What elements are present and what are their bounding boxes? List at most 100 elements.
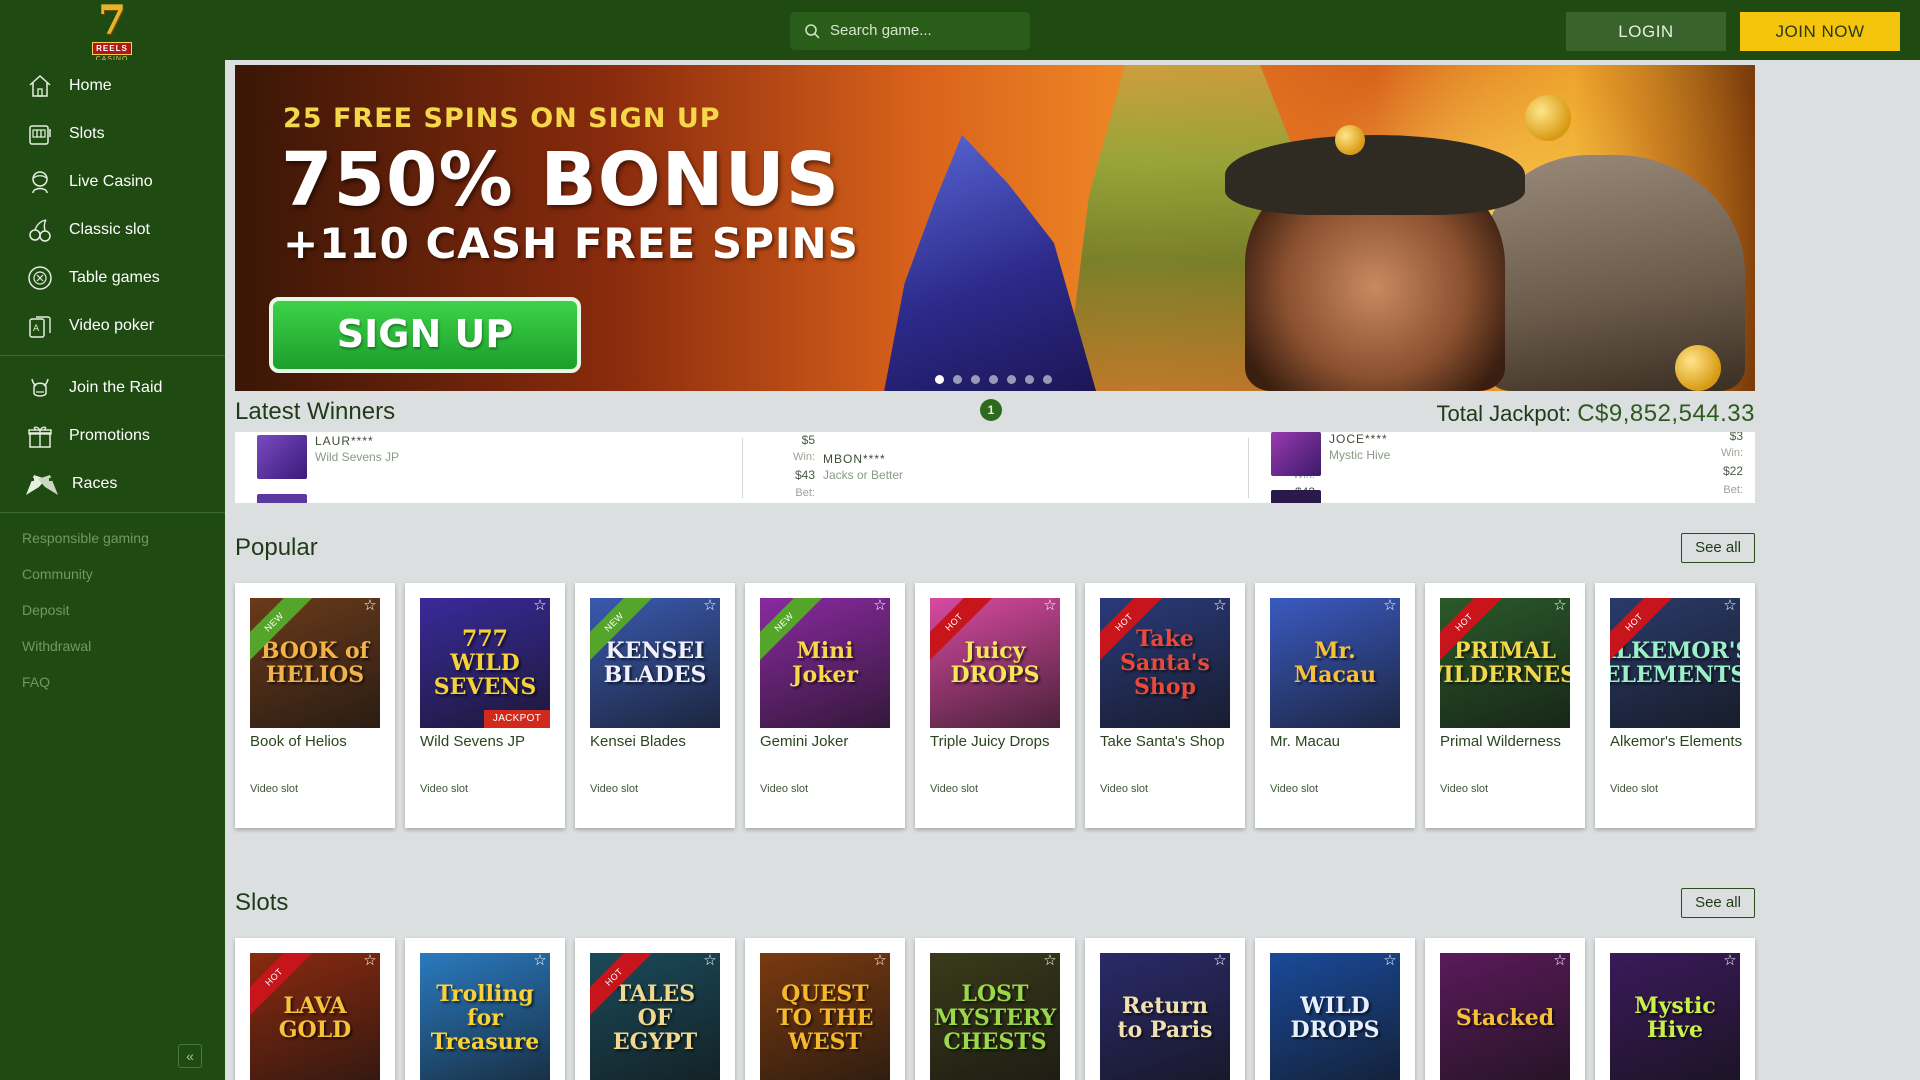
game-thumbnail[interactable]: Trolling for Treasure ☆ [420,953,550,1080]
favorite-star-icon[interactable]: ☆ [1722,598,1738,614]
site-logo[interactable]: 7 REELS CASINO [86,0,138,63]
game-card[interactable]: Mr. Macau ☆ Mr. Macau Video slot [1255,583,1415,828]
favorite-star-icon[interactable]: ☆ [362,598,378,614]
game-thumbnail[interactable]: Mini Joker NEW ☆ [760,598,890,728]
game-name[interactable]: Take Santa's Shop [1100,733,1225,750]
game-thumbnail[interactable]: TALES OF EGYPT HOT ☆ [590,953,720,1080]
favorite-star-icon[interactable]: ☆ [702,953,718,969]
search-input[interactable]: Search game... [790,12,1030,50]
game-card[interactable]: TALES OF EGYPT HOT ☆ [575,938,735,1080]
carousel-dot[interactable] [989,375,998,384]
game-card[interactable]: QUEST TO THE WEST ☆ [745,938,905,1080]
logo-numeral: 7 [98,0,126,44]
favorite-star-icon[interactable]: ☆ [1552,598,1568,614]
favorite-star-icon[interactable]: ☆ [1382,598,1398,614]
game-thumbnail[interactable]: Stacked ☆ [1440,953,1570,1080]
winner-game-thumbnail[interactable] [257,435,307,479]
game-thumbnail[interactable]: QUEST TO THE WEST ☆ [760,953,890,1080]
game-card[interactable]: 777 WILD SEVENS JACKPOT ☆ Wild Sevens JP Vid… [405,583,565,828]
carousel-dot[interactable] [1043,375,1052,384]
favorite-star-icon[interactable]: ☆ [1042,598,1058,614]
game-name[interactable]: Wild Sevens JP [420,733,525,750]
game-thumbnail[interactable]: LAVA GOLD HOT ☆ [250,953,380,1080]
game-name[interactable]: Alkemor's Elements [1610,733,1742,750]
game-card[interactable]: Return to Paris ☆ [1085,938,1245,1080]
sidebar-item-join-the-raid[interactable]: Join the Raid [0,366,225,410]
game-card[interactable]: Juicy DROPS HOT ☆ Triple Juicy Drops Video s… [915,583,1075,828]
favorite-star-icon[interactable]: ☆ [1042,953,1058,969]
sidebar-item-races[interactable]: Races [0,462,225,506]
game-thumbnail[interactable]: Juicy DROPS HOT ☆ [930,598,1060,728]
deposit-link[interactable]: Deposit [22,602,69,618]
game-thumbnail[interactable]: Mystic Hive ☆ [1610,953,1740,1080]
sidebar-item-table-games[interactable]: Table games [0,256,225,300]
favorite-star-icon[interactable]: ☆ [872,598,888,614]
dealer-icon [32,171,48,194]
game-card[interactable]: ALKEMOR'S ELEMENTSHOT☆ Alkemor's Elements… [1595,583,1755,828]
popular-see-all-button[interactable]: See all [1681,533,1755,563]
sidebar-item-slots[interactable]: Slots [0,112,225,156]
game-card[interactable]: Take Santa's Shop HOT ☆ Take Santa's Shop Vi… [1085,583,1245,828]
slots-see-all-button[interactable]: See all [1681,888,1755,918]
favorite-star-icon[interactable]: ☆ [1212,953,1228,969]
sidebar-item-promotions[interactable]: Promotions [0,414,225,458]
game-thumbnail[interactable]: ALKEMOR'S ELEMENTSHOT☆ [1610,598,1740,728]
banner-sign-up-button[interactable]: SIGN UP [269,297,581,373]
game-name[interactable]: Gemini Joker [760,733,848,750]
game-thumbnail[interactable]: Return to Paris ☆ [1100,953,1230,1080]
favorite-star-icon[interactable]: ☆ [1382,953,1398,969]
game-card[interactable]: PRIMAL WILDERNESSHOT☆ Primal Wilderness Vi… [1425,583,1585,828]
game-card[interactable]: Mystic Hive ☆ [1595,938,1755,1080]
favorite-star-icon[interactable]: ☆ [1212,598,1228,614]
responsible-gaming-link[interactable]: Responsible gaming [22,530,149,546]
game-card[interactable]: LOST MYSTERY CHESTS ☆ [915,938,1075,1080]
sidebar-item-live-casino[interactable]: Live Casino [0,160,225,204]
sidebar-item-home[interactable]: Home [0,64,225,108]
game-name[interactable]: Kensei Blades [590,733,686,750]
carousel-dot[interactable] [1007,375,1016,384]
favorite-star-icon[interactable]: ☆ [532,598,548,614]
game-card[interactable]: Stacked ☆ [1425,938,1585,1080]
carousel-dot[interactable] [971,375,980,384]
game-thumbnail[interactable]: PRIMAL WILDERNESSHOT☆ [1440,598,1570,728]
game-thumbnail[interactable]: 777 WILD SEVENS JACKPOT ☆ [420,598,550,728]
game-thumbnail[interactable]: LOST MYSTERY CHESTS ☆ [930,953,1060,1080]
game-thumbnail[interactable]: WILD DROPS ☆ [1270,953,1400,1080]
favorite-star-icon[interactable]: ☆ [532,953,548,969]
game-name[interactable]: Primal Wilderness [1440,733,1561,750]
game-name[interactable]: Book of Helios [250,733,347,750]
game-card[interactable]: LAVA GOLD HOT ☆ [235,938,395,1080]
game-name[interactable]: Mr. Macau [1270,733,1340,750]
favorite-star-icon[interactable]: ☆ [362,953,378,969]
game-card[interactable]: KENSEI BLADES NEW ☆ Kensei Blades Video slot [575,583,735,828]
winner-game: Mystic Hive [1329,448,1391,462]
withdrawal-link[interactable]: Withdrawal [22,638,91,654]
carousel-dot[interactable] [935,375,944,384]
favorite-star-icon[interactable]: ☆ [1722,953,1738,969]
game-card[interactable]: Trolling for Treasure ☆ [405,938,565,1080]
game-card[interactable]: BOOK of HELIOS NEW ☆ Book of Helios Video sl… [235,583,395,828]
promo-banner[interactable]: 25 FREE SPINS ON SIGN UP 750% BONUS +110… [235,65,1755,391]
join-now-button[interactable]: JOIN NOW [1740,12,1900,51]
game-thumbnail[interactable]: BOOK of HELIOS NEW ☆ [250,598,380,728]
carousel-dot[interactable] [1025,375,1034,384]
winner-game-thumbnail[interactable] [1271,432,1321,476]
login-button[interactable]: LOGIN [1566,12,1726,51]
favorite-star-icon[interactable]: ☆ [702,598,718,614]
carousel-dot[interactable] [953,375,962,384]
winner-game-thumbnail[interactable] [1271,490,1321,503]
favorite-star-icon[interactable]: ☆ [1552,953,1568,969]
faq-link[interactable]: FAQ [22,674,50,690]
game-card[interactable]: WILD DROPS ☆ [1255,938,1415,1080]
winner-game-thumbnail[interactable] [257,494,307,503]
game-card[interactable]: Mini Joker NEW ☆ Gemini Joker Video slot [745,583,905,828]
favorite-star-icon[interactable]: ☆ [872,953,888,969]
collapse-sidebar-button[interactable]: « [178,1044,202,1068]
community-link[interactable]: Community [22,566,93,582]
sidebar-item-video-poker[interactable]: A Video poker [0,304,225,348]
game-thumbnail[interactable]: Mr. Macau ☆ [1270,598,1400,728]
game-name[interactable]: Triple Juicy Drops [930,733,1049,750]
game-thumbnail[interactable]: KENSEI BLADES NEW ☆ [590,598,720,728]
sidebar-item-classic-slot[interactable]: Classic slot [0,208,225,252]
game-thumbnail[interactable]: Take Santa's Shop HOT ☆ [1100,598,1230,728]
